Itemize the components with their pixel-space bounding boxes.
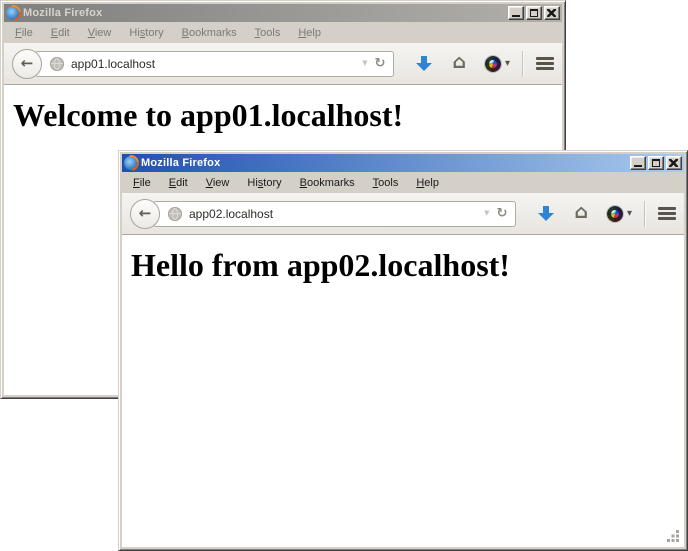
resize-grip[interactable] xyxy=(667,530,679,542)
chevron-down-icon[interactable]: ▾ xyxy=(627,209,632,219)
download-arrow-head xyxy=(416,63,432,71)
menu-bookmarks[interactable]: Bookmarks xyxy=(291,175,364,191)
menu-tools[interactable]: Tools xyxy=(246,25,290,41)
menu-bar: File Edit View History Bookmarks Tools H… xyxy=(4,22,562,43)
home-icon[interactable]: ⌂ xyxy=(452,53,466,72)
back-button[interactable]: ← xyxy=(12,49,42,79)
toolbar-separator xyxy=(522,51,523,77)
maximize-button[interactable] xyxy=(526,6,542,20)
window-title: Mozilla Firefox xyxy=(141,157,627,169)
page-content: Hello from app02.localhost! xyxy=(122,235,684,547)
back-arrow-icon: ← xyxy=(21,56,34,71)
url-bar[interactable]: app02.localhost ▼ ↻ xyxy=(153,201,516,227)
title-bar[interactable]: Mozilla Firefox xyxy=(4,4,562,22)
window-controls xyxy=(508,6,560,20)
maximize-icon xyxy=(530,9,538,17)
back-arrow-icon: ← xyxy=(139,206,152,221)
minimize-icon xyxy=(634,165,642,167)
reload-icon[interactable]: ↻ xyxy=(374,57,385,70)
menu-edit[interactable]: Edit xyxy=(42,25,79,41)
back-button[interactable]: ← xyxy=(130,199,160,229)
url-text[interactable]: app01.localhost xyxy=(71,57,355,71)
minimize-icon xyxy=(512,15,520,17)
menu-file[interactable]: File xyxy=(6,25,42,41)
menu-edit[interactable]: Edit xyxy=(160,175,197,191)
maximize-button[interactable] xyxy=(648,156,664,170)
menu-help[interactable]: Help xyxy=(289,25,330,41)
menu-file[interactable]: File xyxy=(124,175,160,191)
window-controls xyxy=(630,156,682,170)
firefox-window-app02[interactable]: Mozilla Firefox File Edit View History B… xyxy=(118,150,688,551)
menu-history[interactable]: History xyxy=(120,25,172,41)
extension-icon[interactable] xyxy=(607,206,623,222)
window-title: Mozilla Firefox xyxy=(23,7,505,19)
globe-icon xyxy=(50,57,64,71)
firefox-icon xyxy=(6,6,20,20)
close-icon xyxy=(547,9,556,17)
close-button[interactable] xyxy=(666,156,682,170)
navigation-toolbar: ← app02.localhost ▼ ↻ ⌂ ▾ xyxy=(122,193,684,235)
globe-icon xyxy=(168,207,182,221)
menu-view[interactable]: View xyxy=(197,175,239,191)
menu-panel-icon[interactable] xyxy=(658,205,676,222)
menu-panel-icon[interactable] xyxy=(536,55,554,72)
toolbar-separator xyxy=(644,201,645,227)
menu-bar: File Edit View History Bookmarks Tools H… xyxy=(122,172,684,193)
chevron-down-icon[interactable]: ▾ xyxy=(505,59,510,69)
firefox-icon xyxy=(124,156,138,170)
minimize-button[interactable] xyxy=(630,156,646,170)
download-arrow-head xyxy=(538,213,554,221)
menu-tools[interactable]: Tools xyxy=(364,175,408,191)
menu-bookmarks[interactable]: Bookmarks xyxy=(173,25,246,41)
home-icon[interactable]: ⌂ xyxy=(574,203,588,222)
close-button[interactable] xyxy=(544,6,560,20)
title-bar[interactable]: Mozilla Firefox xyxy=(122,154,684,172)
url-text[interactable]: app02.localhost xyxy=(189,207,477,221)
page-heading: Welcome to app01.localhost! xyxy=(13,97,562,134)
maximize-icon xyxy=(652,159,660,167)
extension-icon[interactable] xyxy=(485,56,501,72)
reload-icon[interactable]: ↻ xyxy=(496,207,507,220)
urlbar-dropdown-icon[interactable]: ▼ xyxy=(362,60,367,67)
menu-help[interactable]: Help xyxy=(407,175,448,191)
url-bar[interactable]: app01.localhost ▼ ↻ xyxy=(35,51,394,77)
download-icon[interactable] xyxy=(416,55,432,72)
menu-view[interactable]: View xyxy=(79,25,121,41)
page-heading: Hello from app02.localhost! xyxy=(131,247,684,284)
minimize-button[interactable] xyxy=(508,6,524,20)
navigation-toolbar: ← app01.localhost ▼ ↻ ⌂ ▾ xyxy=(4,43,562,85)
close-icon xyxy=(669,159,678,167)
menu-history[interactable]: History xyxy=(238,175,290,191)
urlbar-dropdown-icon[interactable]: ▼ xyxy=(484,210,489,217)
download-icon[interactable] xyxy=(538,205,554,222)
